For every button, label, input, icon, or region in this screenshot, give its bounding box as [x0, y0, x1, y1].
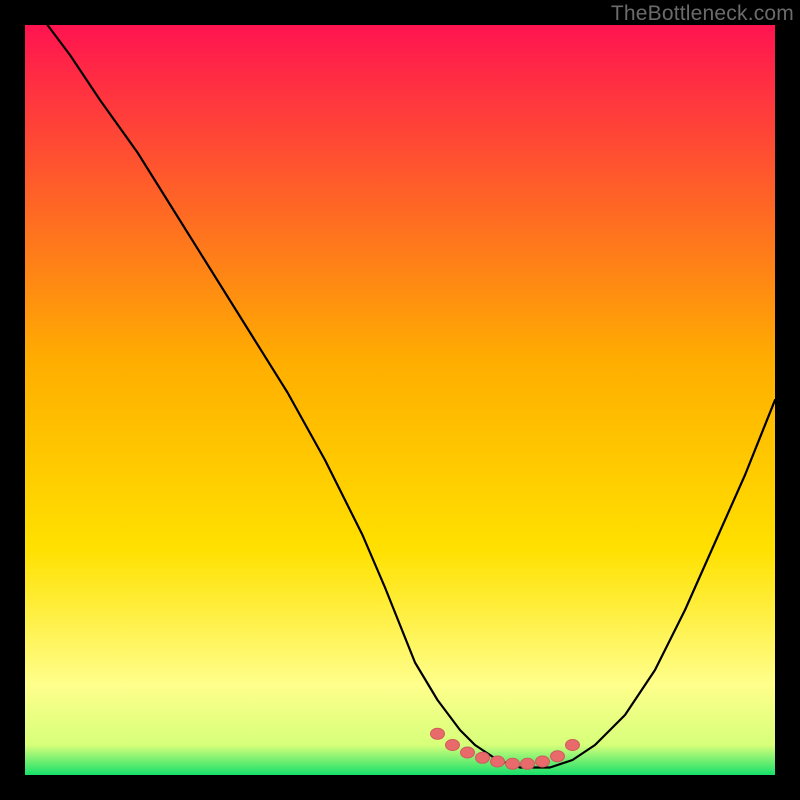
marker-dot: [536, 756, 550, 767]
marker-dot: [431, 728, 445, 739]
gradient-background: [25, 25, 775, 775]
marker-dot: [461, 747, 475, 758]
marker-dot: [551, 751, 565, 762]
marker-dot: [506, 758, 520, 769]
bottleneck-chart: [25, 25, 775, 775]
marker-dot: [446, 740, 460, 751]
marker-dot: [476, 752, 490, 763]
marker-dot: [566, 740, 580, 751]
marker-dot: [521, 758, 535, 769]
watermark-text: TheBottleneck.com: [611, 2, 794, 26]
marker-dot: [491, 756, 505, 767]
chart-frame: TheBottleneck.com: [0, 0, 800, 800]
